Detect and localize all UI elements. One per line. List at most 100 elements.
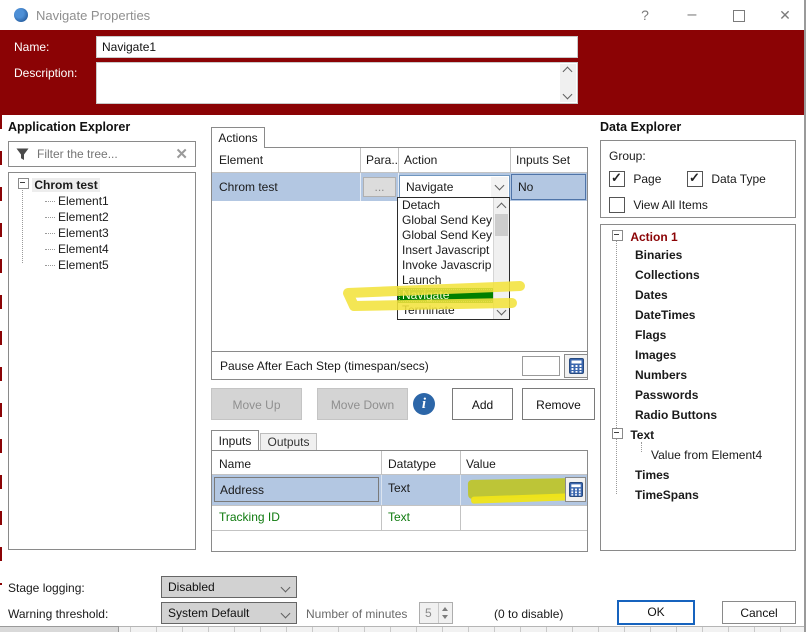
dropdown-item[interactable]: Launch (398, 273, 499, 288)
address-datatype-cell: Text (388, 481, 410, 495)
collapse-icon[interactable] (612, 230, 623, 241)
ok-button[interactable]: OK (617, 600, 695, 625)
minutes-spinner[interactable]: 5 (419, 602, 453, 624)
scroll-thumb[interactable] (495, 214, 508, 236)
tree-guide (22, 185, 23, 263)
warning-threshold-select[interactable]: System Default (161, 602, 297, 624)
tree-node-collections[interactable]: Collections (635, 268, 700, 282)
dropdown-item[interactable]: Terminate (398, 303, 499, 318)
tree-node-dates[interactable]: Dates (635, 288, 668, 302)
scroll-up-icon[interactable] (563, 67, 573, 77)
collapse-icon[interactable] (612, 428, 623, 439)
help-icon[interactable]: ? (630, 4, 660, 26)
data-explorer-tree: Action 1 Binaries Collections Dates Date… (600, 224, 796, 551)
background-spreadsheet-grid (0, 626, 806, 632)
inputs-row-address[interactable]: Address Text (212, 475, 587, 505)
tree-node-times[interactable]: Times (635, 468, 669, 482)
checkbox-page[interactable]: Page (609, 171, 661, 187)
dropdown-item[interactable]: Global Send Key (398, 213, 499, 228)
add-button[interactable]: Add (452, 388, 513, 420)
collapse-icon[interactable] (18, 178, 29, 189)
value-calculator-button[interactable] (565, 477, 586, 502)
tree-node-binaries[interactable]: Binaries (635, 248, 682, 262)
tree-guide (641, 442, 642, 452)
tab-actions[interactable]: Actions (211, 127, 265, 148)
inputs-set-cell[interactable]: No (511, 174, 586, 200)
tree-node-element1[interactable]: Element1 (45, 194, 109, 208)
minimize-icon[interactable]: – (677, 4, 707, 26)
dropdown-item-selected[interactable]: Navigate (398, 288, 499, 303)
tree-node-action1[interactable]: Action 1 (612, 230, 678, 244)
checkbox-checked-icon (687, 171, 703, 187)
col-name: Name (219, 457, 251, 471)
dropdown-item[interactable]: Detach (398, 198, 499, 213)
tab-outputs[interactable]: Outputs (260, 433, 317, 450)
checkbox-unchecked-icon (609, 197, 625, 213)
maximize-icon[interactable] (724, 4, 754, 26)
minutes-value: 5 (425, 606, 432, 620)
filter-tree-input[interactable] (35, 145, 165, 163)
scroll-down-icon[interactable] (563, 90, 573, 100)
filter-tree-box: ✕ (8, 141, 196, 167)
name-input[interactable] (96, 36, 578, 58)
tree-node-text[interactable]: Text (612, 428, 654, 442)
tree-node-numbers[interactable]: Numbers (635, 368, 687, 382)
tree-node-root[interactable]: Chrom test (18, 178, 100, 192)
checkbox-view-all-items[interactable]: View All Items (609, 197, 708, 213)
dropdown-item[interactable]: Insert Javascript (398, 243, 499, 258)
background-spreadsheet-corner (0, 626, 119, 632)
calculator-icon (569, 482, 583, 497)
tab-inputs[interactable]: Inputs (211, 430, 259, 450)
checkbox-data-type[interactable]: Data Type (687, 171, 766, 187)
tree-node-images[interactable]: Images (635, 348, 676, 362)
data-explorer-title: Data Explorer (600, 120, 681, 134)
cancel-button[interactable]: Cancel (722, 601, 796, 624)
scroll-down-icon[interactable] (494, 304, 509, 319)
tree-node-value-from-element4[interactable]: Value from Element4 (651, 448, 762, 462)
maximize-glyph (733, 10, 745, 22)
filter-icon (16, 148, 29, 161)
clear-filter-icon[interactable]: ✕ (175, 145, 188, 163)
tree-node-timespans[interactable]: TimeSpans (635, 488, 699, 502)
action-combobox[interactable]: Navigate (399, 175, 510, 199)
address-name-cell[interactable]: Address (214, 477, 379, 502)
stage-logging-select[interactable]: Disabled (161, 576, 297, 598)
dialog-left-edge (0, 115, 2, 585)
dropdown-scrollbar[interactable] (493, 198, 509, 319)
spinner-arrows[interactable] (438, 603, 452, 623)
dropdown-item[interactable]: Global Send Key (398, 228, 499, 243)
zero-to-disable-hint: (0 to disable) (494, 607, 563, 621)
checkbox-checked-icon (609, 171, 625, 187)
move-down-button[interactable]: Move Down (317, 388, 408, 420)
tree-node-element5[interactable]: Element5 (45, 258, 109, 272)
tree-node-element2[interactable]: Element2 (45, 210, 109, 224)
combobox-chevron-icon[interactable] (491, 177, 508, 197)
tree-node-element3[interactable]: Element3 (45, 226, 109, 240)
tree-node-datetimes[interactable]: DateTimes (635, 308, 695, 322)
stage-logging-label: Stage logging: (8, 581, 85, 595)
pause-calculator-button[interactable] (564, 354, 588, 378)
tree-node-passwords[interactable]: Passwords (635, 388, 698, 402)
param-ellipsis-button[interactable]: ... (363, 177, 396, 197)
spinner-up-icon[interactable] (442, 607, 448, 611)
dropdown-item[interactable]: Invoke Javascrip (398, 258, 499, 273)
spinner-down-icon[interactable] (442, 615, 448, 619)
pause-after-step-input[interactable] (522, 356, 560, 376)
scroll-up-icon[interactable] (494, 198, 509, 213)
tree-node-flags[interactable]: Flags (635, 328, 666, 342)
move-up-button[interactable]: Move Up (211, 388, 302, 420)
col-action: Action (404, 153, 437, 167)
tree-node-radio-buttons[interactable]: Radio Buttons (635, 408, 717, 422)
description-scrollbar[interactable] (560, 64, 576, 102)
col-value: Value (466, 457, 496, 471)
tree-node-element4[interactable]: Element4 (45, 242, 109, 256)
description-label: Description: (14, 66, 77, 80)
col-element: Element (219, 153, 263, 167)
close-icon[interactable]: ✕ (770, 4, 800, 26)
row-element-cell: Chrom test (219, 180, 278, 194)
description-input[interactable] (96, 62, 578, 104)
number-of-minutes-label: Number of minutes (306, 607, 407, 621)
calculator-icon (569, 358, 584, 374)
inputs-row-tracking-id[interactable]: Tracking ID Text (212, 506, 587, 530)
remove-button[interactable]: Remove (522, 388, 595, 420)
